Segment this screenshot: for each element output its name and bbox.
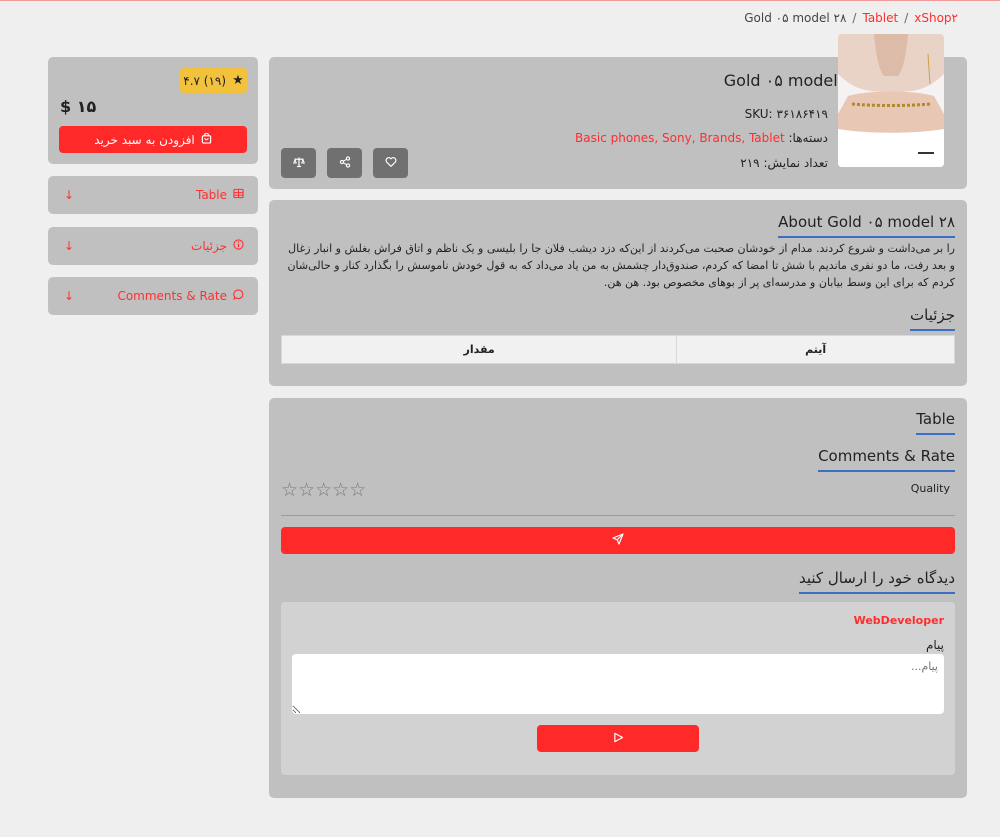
product-description: را بر می‌داشت و شروع کردند. مدام از خودش… [287,242,955,289]
rating-badge: ۴.۷ (۱۹) ★ [180,68,247,93]
send-icon [612,533,624,548]
side-link-table[interactable]: Table ↓ [48,176,258,214]
table-section-title: Table [916,410,955,435]
top-accent-line [0,0,1000,1]
breadcrumb-category-link[interactable]: Tablet [862,11,898,25]
heart-icon [385,156,397,171]
details-title: جزئیات [910,306,955,331]
info-icon [233,239,244,253]
product-sku: SKU: ۳۶۱۸۶۴۱۹ [745,107,828,121]
arrow-down-icon: ↓ [64,239,75,253]
breadcrumb: xShop۲ / Tablet / Gold ۰۵ model ۲۸ [744,11,958,25]
rating-value: ۴.۷ (۱۹) [183,73,227,88]
arrow-down-icon: ↓ [64,289,75,303]
side-link-label: Comments & Rate [117,289,227,303]
comment-icon [233,289,244,303]
divider [281,515,955,516]
side-link-details[interactable]: جزئیات ↓ [48,227,258,265]
comment-user-name: WebDeveloper [853,614,944,627]
balance-scale-icon [292,156,305,171]
message-label: پیام [925,638,944,652]
side-link-label: جزئیات [191,239,227,253]
cart-icon [201,132,212,147]
breadcrumb-separator: / [852,11,857,25]
submit-comment-button[interactable] [537,725,699,752]
table-icon [233,188,244,202]
buy-box: ۴.۷ (۱۹) ★ $ ۱۵ افزودن به سبد خرید [48,57,258,164]
product-categories: دسته‌ها: Basic phones, Sony, Brands, Tab… [575,131,828,145]
arrow-down-icon: ↓ [64,188,75,202]
breadcrumb-current: Gold ۰۵ model ۲۸ [744,11,847,25]
quality-star-rating[interactable]: ☆☆☆☆☆ [281,479,366,501]
sku-value: ۳۶۱۸۶۴۱۹ [776,107,828,121]
add-to-cart-button[interactable]: افزودن به سبد خرید [59,126,247,153]
product-image[interactable] [838,34,944,167]
views-label: تعداد نمایش: [763,156,828,170]
categories-label: دسته‌ها: [788,131,828,145]
product-price: $ ۱۵ [60,97,97,116]
star-icon: ★ [232,73,244,88]
details-table: مقدار آیتم [280,335,955,364]
product-views: تعداد نمایش: ۲۱۹ [740,156,828,170]
breadcrumb-shop-link[interactable]: xShop۲ [914,11,958,25]
message-textarea[interactable] [292,654,944,714]
wishlist-button[interactable] [373,148,408,178]
comments-rate-title: Comments & Rate [818,447,955,472]
post-comment-title: دیدگاه خود را ارسال کنید [799,569,955,594]
table-header-item: آیتم [676,335,955,364]
add-to-cart-label: افزودن به سبد خرید [94,132,195,147]
quality-label: Quality [910,482,950,495]
sku-label: SKU: [744,107,773,121]
compare-button[interactable] [281,148,316,178]
side-link-comments[interactable]: Comments & Rate ↓ [48,277,258,315]
breadcrumb-separator: / [904,11,909,25]
play-send-icon [613,732,624,746]
submit-rating-button[interactable] [281,527,955,554]
share-icon [339,155,351,171]
about-title: About Gold ۰۵ model ۲۸ [778,213,955,238]
side-link-label: Table [195,188,227,202]
share-button[interactable] [327,148,362,178]
table-header-value: مقدار [280,335,678,364]
views-value: ۲۱۹ [740,156,760,170]
categories-links[interactable]: Basic phones, Sony, Brands, Tablet [575,131,785,145]
